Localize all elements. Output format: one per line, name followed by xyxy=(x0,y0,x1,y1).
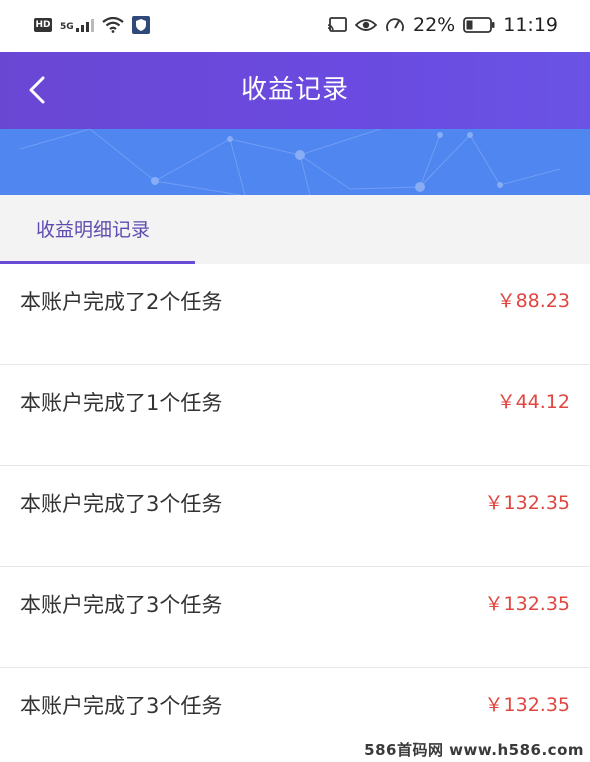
status-left: HD 5G xyxy=(34,16,150,34)
record-amount: ￥132.35 xyxy=(484,593,570,615)
battery-icon xyxy=(463,17,495,33)
page-title: 收益记录 xyxy=(240,75,349,105)
record-description: 本账户完成了2个任务 xyxy=(20,290,223,314)
status-right: 22% 11:19 xyxy=(327,14,558,36)
watermark: 586首码网 www.h586.com xyxy=(364,741,584,759)
record-amount: ￥44.12 xyxy=(496,391,570,413)
header-banner xyxy=(0,129,590,195)
shield-icon xyxy=(131,16,150,34)
speed-icon xyxy=(386,18,404,32)
hd-badge: HD xyxy=(34,18,52,32)
record-description: 本账户完成了3个任务 xyxy=(20,492,223,516)
record-description: 本账户完成了3个任务 xyxy=(20,694,223,718)
tab-bar: 收益明细记录 xyxy=(0,195,590,264)
wifi-icon xyxy=(101,17,124,33)
tab-label: 收益明细记录 xyxy=(36,219,151,241)
record-amount: ￥132.35 xyxy=(484,492,570,514)
eye-icon xyxy=(355,19,377,31)
tab-income-details[interactable]: 收益明细记录 xyxy=(0,195,195,264)
network-type: 5G xyxy=(60,21,74,32)
battery-percent: 22% xyxy=(413,14,456,36)
page: HD 5G 22% 11:19 收益记录 收益明细记录 本账户完成了2个任务 ￥… xyxy=(0,0,590,762)
status-bar: HD 5G 22% 11:19 xyxy=(0,0,590,52)
record-description: 本账户完成了3个任务 xyxy=(20,593,223,617)
list-item[interactable]: 本账户完成了1个任务 ￥44.12 xyxy=(0,365,590,466)
signal-icon: 5G xyxy=(60,18,94,32)
record-description: 本账户完成了1个任务 xyxy=(20,391,223,415)
header-bar: 收益记录 xyxy=(0,52,590,129)
list-item[interactable]: 本账户完成了2个任务 ￥88.23 xyxy=(0,264,590,365)
list-item[interactable]: 本账户完成了3个任务 ￥132.35 xyxy=(0,567,590,668)
records-list: 本账户完成了2个任务 ￥88.23 本账户完成了1个任务 ￥44.12 本账户完… xyxy=(0,264,590,762)
record-amount: ￥88.23 xyxy=(496,290,570,312)
network-pattern-decoration xyxy=(19,129,561,195)
cast-icon xyxy=(327,17,347,32)
clock-time: 11:19 xyxy=(503,14,558,36)
list-item[interactable]: 本账户完成了3个任务 ￥132.35 xyxy=(0,466,590,567)
record-amount: ￥132.35 xyxy=(484,694,570,716)
